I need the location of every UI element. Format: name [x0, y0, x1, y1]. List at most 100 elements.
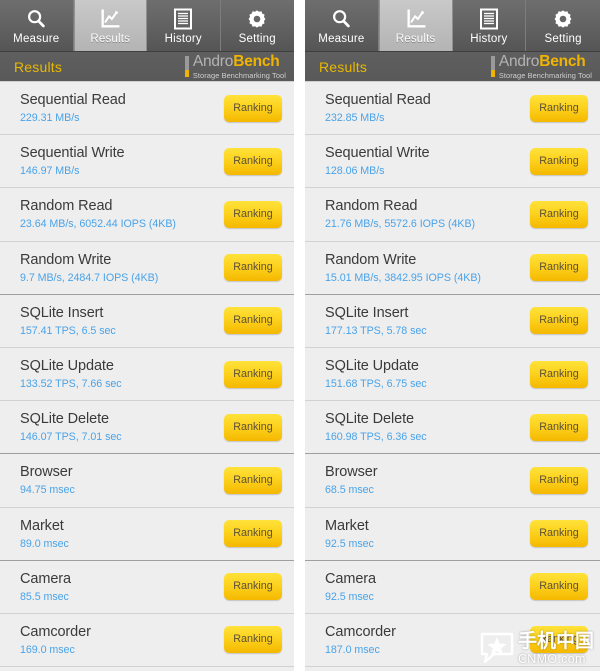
result-name: Random Write: [325, 251, 417, 268]
ranking-button[interactable]: Ranking: [224, 200, 282, 228]
ranking-button[interactable]: Ranking: [530, 466, 588, 494]
tab-measure[interactable]: Measure: [305, 0, 379, 51]
tab-bar-left: Measure Results History Setting: [0, 0, 294, 52]
result-row[interactable]: Sequential Read 232.85 MB/s Ranking: [305, 82, 600, 136]
result-value: 133.52 TPS, 7.66 sec: [20, 378, 122, 391]
result-row[interactable]: Camera 92.5 msec Ranking: [305, 560, 600, 614]
result-row[interactable]: Market 92.5 msec Ranking: [305, 507, 600, 561]
result-name: SQLite Insert: [20, 304, 104, 321]
brand-primary: Andro: [192, 53, 234, 71]
result-row[interactable]: SQLite Update 151.68 TPS, 6.75 sec Ranking: [305, 347, 600, 402]
ranking-button[interactable]: Ranking: [224, 254, 282, 282]
result-row[interactable]: Browser 94.75 msec Ranking: [0, 454, 294, 508]
result-name: Sequential Write: [20, 145, 125, 162]
result-row[interactable]: Sequential Write 128.06 MB/s Ranking: [305, 135, 600, 189]
result-value: 157.41 TPS, 6.5 sec: [20, 324, 116, 337]
result-value: 15.01 MB/s, 3842.95 IOPS (4KB): [325, 271, 481, 284]
result-row[interactable]: Random Read 23.64 MB/s, 6052.44 IOPS (4KB…: [0, 188, 294, 242]
result-value: 151.68 TPS, 6.75 sec: [325, 378, 427, 391]
result-value: 92.5 msec: [325, 590, 374, 603]
tab-history[interactable]: History: [453, 0, 527, 51]
result-name: Camcorder: [20, 623, 91, 640]
tab-measure-label: Measure: [13, 32, 60, 45]
result-name: Browser: [20, 464, 73, 481]
ranking-button[interactable]: Ranking: [530, 413, 588, 441]
result-value: 160.98 TPS, 6.36 sec: [325, 431, 427, 444]
result-value: 9.7 MB/s, 2484.7 IOPS (4KB): [20, 271, 159, 284]
result-value: 85.5 msec: [20, 590, 69, 603]
result-row[interactable]: Browser 68.5 msec Ranking: [305, 454, 600, 508]
tab-results[interactable]: Results: [73, 0, 147, 51]
result-value: 89.0 msec: [20, 537, 69, 550]
results-list-right[interactable]: Sequential Read 232.85 MB/s Ranking Sequent…: [305, 82, 600, 671]
result-row[interactable]: Sequential Write 146.97 MB/s Ranking: [0, 135, 294, 189]
chart-icon: [98, 7, 122, 31]
result-value: 229.31 MB/s: [20, 112, 80, 125]
brand-secondary: Bench: [233, 53, 280, 71]
ranking-button[interactable]: Ranking: [530, 94, 588, 122]
ranking-button[interactable]: Ranking: [530, 520, 588, 548]
result-row[interactable]: Random Write 15.01 MB/s, 3842.95 IOPS (4K…: [305, 241, 600, 295]
result-name: Market: [20, 517, 64, 534]
tab-setting[interactable]: Setting: [526, 0, 600, 51]
logo-bar-icon: [490, 56, 495, 77]
magnifier-icon: [24, 7, 48, 31]
result-name: Random Read: [20, 198, 113, 215]
result-row[interactable]: Sequential Read 229.31 MB/s Ranking: [0, 82, 294, 136]
result-row[interactable]: SQLite Delete 160.98 TPS, 6.36 sec Ranking: [305, 401, 600, 455]
result-row[interactable]: Random Read 21.76 MB/s, 5572.6 IOPS (4KB)…: [305, 188, 600, 242]
page-title: Results: [319, 58, 368, 75]
tab-history[interactable]: History: [147, 0, 221, 51]
ranking-button[interactable]: Ranking: [530, 254, 588, 282]
result-name: Camera: [20, 570, 71, 587]
ranking-button[interactable]: Ranking: [530, 307, 588, 335]
tab-results[interactable]: Results: [378, 0, 453, 51]
ranking-button[interactable]: Ranking: [224, 626, 282, 654]
tab-setting-label: Setting: [544, 32, 582, 45]
panel-gap: [294, 0, 305, 671]
result-row[interactable]: Camcorder 187.0 msec Ranking: [305, 613, 600, 668]
dual-screenshot-container: Measure Results History Setting Results …: [0, 0, 600, 671]
result-name: Sequential Write: [325, 145, 430, 162]
result-name: Sequential Read: [20, 92, 126, 109]
ranking-button[interactable]: Ranking: [530, 147, 588, 175]
result-row[interactable]: Market 89.0 msec Ranking: [0, 507, 294, 561]
ranking-button[interactable]: Ranking: [530, 360, 588, 388]
ranking-button[interactable]: Ranking: [224, 520, 282, 548]
ranking-button[interactable]: Ranking: [224, 573, 282, 601]
result-row[interactable]: Random Write 9.7 MB/s, 2484.7 IOPS (4KB) R…: [0, 241, 294, 295]
ranking-button[interactable]: Ranking: [224, 147, 282, 175]
result-row[interactable]: Camera 85.5 msec Ranking: [0, 560, 294, 614]
ranking-button[interactable]: Ranking: [224, 413, 282, 441]
tab-measure-label: Measure: [318, 32, 365, 45]
result-value: 187.0 msec: [325, 643, 380, 656]
result-name: Camcorder: [325, 623, 396, 640]
result-row[interactable]: SQLite Update 133.52 TPS, 7.66 sec Ranking: [0, 347, 294, 402]
logo-bar-icon: [184, 56, 189, 77]
tab-results-label: Results: [90, 32, 131, 45]
document-icon: [171, 7, 195, 31]
title-bar-right: Results AndroBench Storage Benchmarking …: [305, 52, 600, 82]
ranking-button[interactable]: Ranking: [224, 307, 282, 335]
result-row[interactable]: SQLite Delete 146.07 TPS, 7.01 sec Ranking: [0, 401, 294, 455]
result-row[interactable]: Camcorder 169.0 msec Ranking: [0, 613, 294, 668]
gear-icon: [551, 7, 575, 31]
result-value: 177.13 TPS, 5.78 sec: [325, 324, 427, 337]
result-value: 128.06 MB/s: [325, 165, 385, 178]
tab-measure[interactable]: Measure: [0, 0, 74, 51]
ranking-button[interactable]: Ranking: [530, 626, 588, 654]
ranking-button[interactable]: Ranking: [224, 360, 282, 388]
result-value: 21.76 MB/s, 5572.6 IOPS (4KB): [325, 218, 476, 231]
ranking-button[interactable]: Ranking: [224, 466, 282, 494]
results-list-left[interactable]: Sequential Read 229.31 MB/s Ranking Sequent…: [0, 82, 294, 671]
result-value: 23.64 MB/s, 6052.44 IOPS (4KB): [20, 218, 176, 231]
result-row[interactable]: SQLite Insert 157.41 TPS, 6.5 sec Ranking: [0, 294, 294, 348]
result-value: 94.75 msec: [20, 484, 75, 497]
brand-tagline: Storage Benchmarking Tool: [192, 70, 286, 80]
result-row[interactable]: SQLite Insert 177.13 TPS, 5.78 sec Ranking: [305, 294, 600, 348]
ranking-button[interactable]: Ranking: [530, 200, 588, 228]
phone-screenshot-left: Measure Results History Setting Results …: [0, 0, 294, 671]
ranking-button[interactable]: Ranking: [224, 94, 282, 122]
ranking-button[interactable]: Ranking: [530, 573, 588, 601]
tab-setting[interactable]: Setting: [221, 0, 295, 51]
